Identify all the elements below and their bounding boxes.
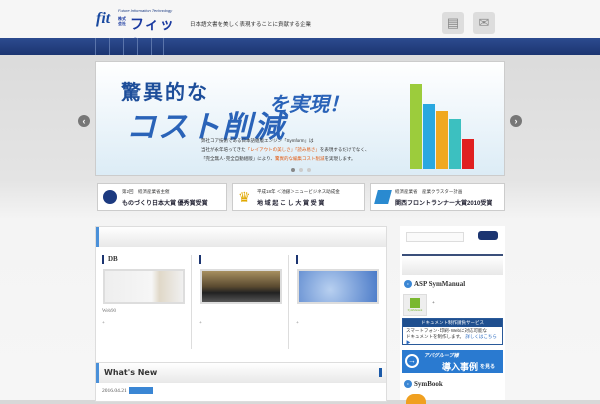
header: fit Future Information Technology 株式会社 フ…	[0, 0, 600, 52]
sidebar-note: +	[432, 301, 435, 306]
illustration-bar	[462, 139, 474, 169]
nav-bar	[0, 38, 600, 55]
ad-text: ドキュメントを制作します。	[406, 334, 465, 339]
tagline: 日本語文書を美しく表現することに貢献する企業	[190, 22, 312, 28]
nav-item[interactable]	[137, 38, 150, 55]
symmanual-thumb[interactable]: SymManual	[403, 294, 427, 316]
arrow-circle-icon: ›	[404, 280, 412, 288]
illustration-bar	[436, 111, 448, 169]
award-line2: 関西フロントランナー大賞2010受賞	[395, 201, 493, 207]
logo-mark: fit	[96, 10, 111, 27]
panel-header	[96, 227, 386, 247]
header-marker	[379, 368, 382, 377]
cluster-logo-icon	[374, 190, 392, 204]
slider-dot[interactable]	[307, 168, 311, 172]
mail-icon[interactable]: ✉	[473, 12, 495, 34]
slider-dot[interactable]	[299, 168, 303, 172]
award-banner[interactable]: ♛ 平成18年 ＜池銀＞ニュービジネス助成金 地 域 起 こ し 大 賞 受 賞	[232, 183, 365, 211]
slider-dots	[291, 168, 311, 172]
sidebar-box	[402, 254, 503, 275]
award-line1: 平成18年 ＜池銀＞ニュービジネス助成金	[257, 189, 340, 194]
sidebar-title: › ASP SymManual	[404, 280, 465, 288]
slider-text-highlight: 驚異的な編集コスト削減	[274, 156, 325, 161]
service-column[interactable]: +	[290, 255, 386, 349]
search-button[interactable]	[478, 231, 498, 240]
illustration-bar	[423, 104, 435, 169]
nav-item[interactable]	[123, 38, 136, 55]
illustration-bar	[410, 84, 422, 169]
document-icon[interactable]: ▤	[442, 12, 464, 34]
column-note: +	[102, 321, 105, 326]
column-title: DB	[102, 255, 118, 264]
news-badge	[128, 387, 153, 394]
column-note: +	[296, 321, 299, 326]
sidebar-title-text: ASP SymManual	[414, 280, 466, 288]
service-column[interactable]: +	[193, 255, 289, 349]
nav-item[interactable]	[109, 38, 122, 55]
service-column[interactable]: DB Web90 +	[96, 255, 192, 349]
woman-reading-image[interactable]	[103, 269, 185, 304]
column-caption: Web90	[102, 309, 117, 314]
company-logo[interactable]: fit Future Information Technology 株式会社 フ…	[96, 8, 186, 52]
news-item[interactable]: 2016.04.21	[102, 387, 153, 394]
award-line1: 経済産業省 産業クラスター計画	[395, 189, 463, 194]
document-service-ad[interactable]: ドキュメント制作請負サービス スマートフォン･印刷･Webに対応可能な ドキュメン…	[402, 318, 503, 345]
crown-icon: ♛	[238, 189, 251, 205]
arrow-circle-icon: ›	[404, 380, 412, 388]
logo-subtitle: Future Information Technology	[118, 8, 173, 13]
news-date: 2016.04.21	[102, 387, 127, 394]
slider-text-part: を実現します。	[324, 156, 356, 161]
column-title	[199, 255, 205, 264]
symbook-thumb[interactable]	[406, 394, 426, 404]
document-icon	[410, 298, 420, 308]
slider-next-button[interactable]: ›	[510, 115, 522, 127]
search-input[interactable]	[406, 232, 464, 242]
column-title	[296, 255, 302, 264]
slider-dot[interactable]	[291, 168, 295, 172]
slider-text-part: を表現するだけでなく、	[319, 147, 370, 152]
logo-kk: 株式会社	[118, 16, 126, 26]
ad-line: アパグループ様	[424, 353, 459, 359]
hero-slider[interactable]: 驚異的な コスト削減 を実現！ 弊社コア技術である日本語組版エンジン「Symfo…	[95, 61, 505, 176]
globe-image[interactable]	[297, 269, 379, 304]
slider-prev-button[interactable]: ‹	[78, 115, 90, 127]
award-emblem-icon	[103, 190, 117, 204]
slider-headline-1: 驚異的な	[121, 82, 209, 104]
sidebar: › ASP SymManual SymManual + ドキュメント制作請負サービ…	[400, 226, 505, 404]
services-panel: DB Web90 + + +	[95, 226, 387, 371]
case-study-banner[interactable]: → アパグループ様 導入事例 を見る	[402, 350, 503, 373]
ad-line: を見る	[480, 364, 496, 370]
slider-text-highlight: 「レイアウトの美しさ」「読み易さ」	[245, 147, 320, 152]
slider-text-part: 当社が永年培ってきた	[201, 147, 246, 152]
award-banner[interactable]: 経済産業省 産業クラスター計画 関西フロントランナー大賞2010受賞	[370, 183, 505, 211]
slider-headline-3: を実現！	[269, 94, 349, 116]
slider-text: 弊社コア技術である日本語組版エンジン「Symform」は 当社が永年培ってきた「…	[201, 136, 369, 163]
arrow-right-icon: →	[405, 354, 419, 368]
ad-header: ドキュメント制作請負サービス	[403, 319, 502, 327]
sidebar-title-text: SymBook	[414, 380, 443, 388]
library-image[interactable]	[200, 269, 282, 304]
whats-new-panel: What's New 2016.04.21	[95, 362, 387, 402]
ad-line: 導入事例	[442, 362, 479, 372]
whats-new-title: What's New	[96, 363, 386, 383]
slider-text-line: 弊社コア技術である日本語組版エンジン「Symform」は	[201, 138, 314, 143]
sidebar-title: › SymBook	[404, 380, 443, 388]
illustration-bar	[449, 119, 461, 169]
nav-item[interactable]	[95, 38, 108, 55]
award-line2: 地 域 起 こ し 大 賞 受 賞	[257, 201, 325, 207]
thumb-label: SymManual	[407, 308, 423, 312]
award-banner[interactable]: 第2回 経済産業省主催 ものづくり日本大賞 優秀賞受賞	[97, 183, 227, 211]
award-line1: 第2回 経済産業省主催	[122, 189, 170, 194]
slider-text-part: 「完全無人･完全自動組版」により、	[201, 156, 275, 161]
nav-item[interactable]	[151, 38, 164, 55]
column-note: +	[199, 321, 202, 326]
award-line2: ものづくり日本大賞 優秀賞受賞	[122, 201, 208, 207]
